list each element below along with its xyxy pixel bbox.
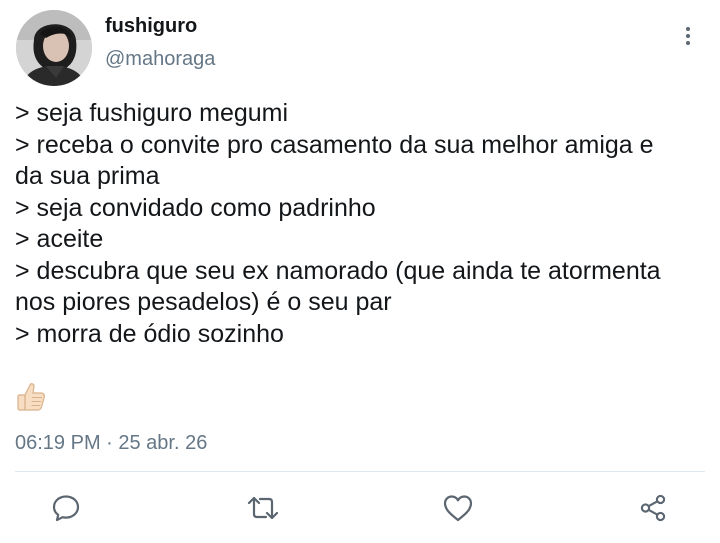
tweet-actions: [0, 480, 720, 536]
retweet-button[interactable]: [243, 488, 283, 528]
retweet-icon: [247, 496, 279, 520]
share-button[interactable]: [633, 488, 673, 528]
tweet-line: > aceite: [15, 225, 104, 253]
reply-button[interactable]: [46, 488, 86, 528]
tweet-line: > receba o convite pro casamento da sua …: [15, 130, 654, 159]
tweet-line: nos piores pesadelos) é o seu par: [15, 288, 392, 316]
thumbs-up-emoji-icon: [14, 380, 48, 414]
avatar[interactable]: [16, 10, 92, 86]
more-options-icon[interactable]: [676, 22, 700, 50]
like-button[interactable]: [438, 488, 478, 528]
heart-icon: [443, 495, 473, 522]
profile-photo-icon: [16, 10, 92, 86]
tweet-line: > seja fushiguro megumi: [15, 99, 289, 127]
divider: [15, 471, 705, 472]
tweet-text: > seja fushiguro megumi > receba o convi…: [15, 98, 710, 350]
reply-icon: [52, 495, 80, 522]
tweet-line: > seja convidado como padrinho: [15, 193, 376, 222]
menu-dot: [686, 41, 690, 45]
share-icon: [640, 494, 666, 522]
user-handle[interactable]: @mahoraga: [105, 48, 215, 71]
tweet-line: > morra de ódio sozinho: [15, 319, 284, 348]
tweet-timestamp[interactable]: 06:19 PM · 25 abr. 26: [15, 432, 207, 455]
menu-dot: [686, 34, 690, 38]
tweet-line: > descubra que seu ex namorado (que aind…: [15, 256, 661, 285]
menu-dot: [686, 27, 690, 31]
tweet-line: da sua prima: [15, 162, 160, 190]
tweet-header: fushiguro @mahoraga: [0, 0, 720, 96]
display-name[interactable]: fushiguro: [105, 15, 197, 38]
